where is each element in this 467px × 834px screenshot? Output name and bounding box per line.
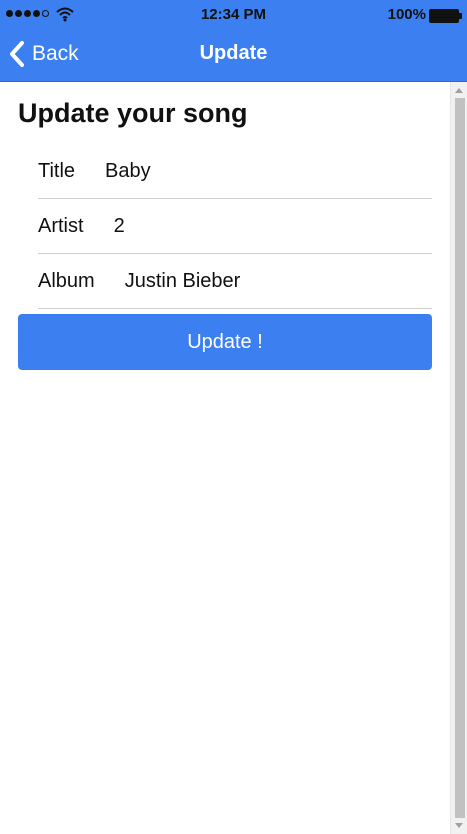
header: 12:34 PM 100% Back Update: [0, 0, 467, 82]
battery-icon: [429, 9, 462, 23]
album-field[interactable]: Album Justin Bieber: [38, 254, 432, 309]
song-form: Title Baby Artist 2 Album Justin Bieber: [38, 144, 432, 309]
app-screen: 12:34 PM 100% Back Update Update your so…: [0, 0, 467, 834]
status-bar: 12:34 PM 100%: [0, 0, 467, 28]
nav-title: Update: [199, 42, 268, 64]
field-label: Title: [38, 159, 76, 182]
scroll-up-arrow-icon[interactable]: [455, 88, 463, 93]
main-content: Update your song Title Baby Artist 2 Alb…: [0, 82, 450, 834]
field-value[interactable]: 2: [114, 215, 432, 238]
scroll-thumb[interactable]: [455, 98, 465, 818]
update-button[interactable]: Update !: [18, 314, 432, 370]
scroll-down-arrow-icon[interactable]: [455, 823, 463, 828]
field-label: Artist: [38, 214, 84, 237]
artist-field[interactable]: Artist 2: [38, 199, 432, 254]
field-value[interactable]: Justin Bieber: [125, 270, 432, 293]
title-field[interactable]: Title Baby: [38, 144, 432, 199]
field-value[interactable]: Baby: [105, 160, 432, 183]
battery-percentage: 100%: [387, 6, 426, 23]
field-label: Album: [38, 269, 95, 292]
scrollbar[interactable]: [450, 82, 467, 834]
page-title: Update your song: [18, 98, 248, 128]
